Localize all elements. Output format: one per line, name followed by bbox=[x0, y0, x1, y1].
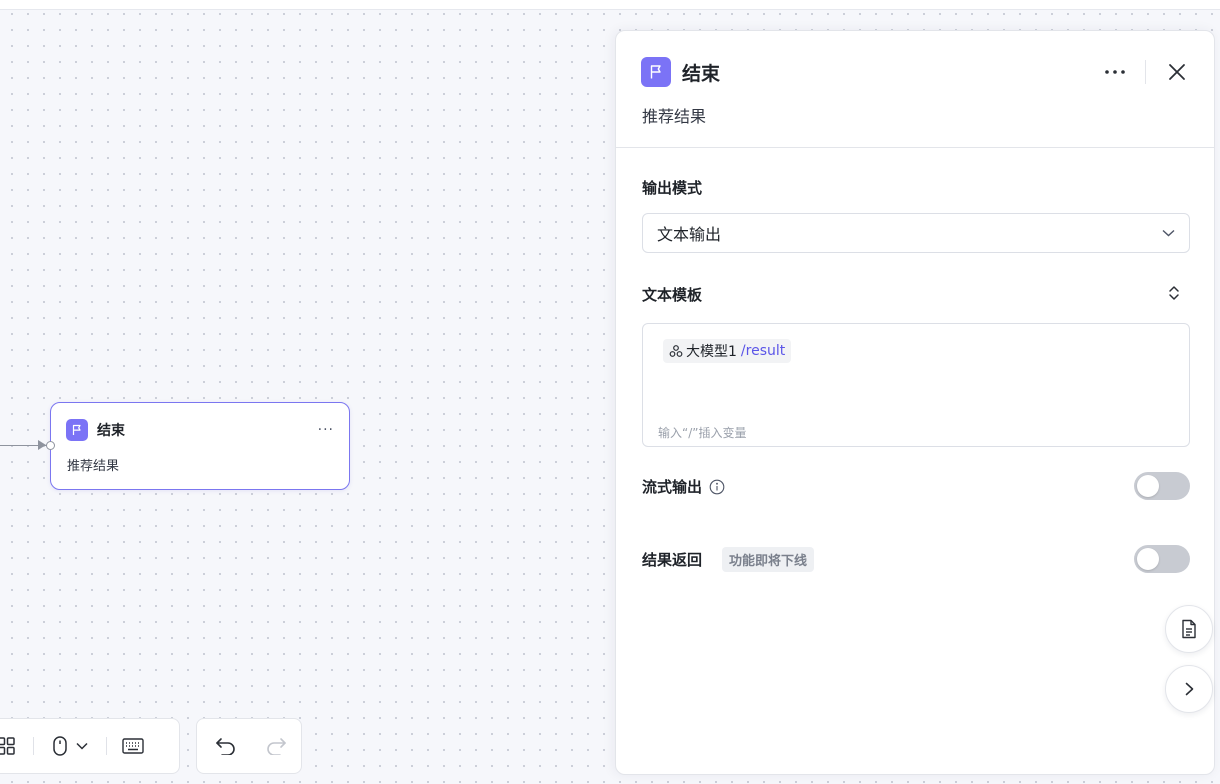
node-title: 结束 bbox=[97, 423, 125, 439]
expand-collapse-icon[interactable] bbox=[1164, 283, 1184, 303]
output-mode-select[interactable]: 文本输出 bbox=[642, 213, 1190, 253]
canvas-toolbar bbox=[0, 718, 180, 774]
panel-header: 结束 推荐结果 bbox=[616, 31, 1214, 148]
llm-node-icon bbox=[669, 344, 683, 358]
node-description: 推荐结果 bbox=[67, 459, 120, 474]
node-input-port[interactable] bbox=[46, 441, 55, 450]
mouse-icon bbox=[52, 735, 68, 757]
text-template-label: 文本模板 bbox=[642, 286, 703, 304]
chevron-down-icon bbox=[76, 742, 88, 750]
top-bar bbox=[0, 0, 1220, 10]
panel-title-row: 结束 bbox=[641, 57, 1190, 87]
chevron-down-icon bbox=[1162, 229, 1175, 237]
result-return-toggle[interactable] bbox=[1134, 545, 1190, 573]
stream-output-toggle[interactable] bbox=[1134, 472, 1190, 500]
expand-panel-button[interactable] bbox=[1165, 665, 1213, 713]
undo-icon[interactable] bbox=[213, 730, 239, 762]
header-divider bbox=[1145, 60, 1146, 84]
keyboard-icon[interactable] bbox=[119, 730, 147, 762]
flag-icon bbox=[641, 57, 671, 87]
node-more-icon[interactable]: ··· bbox=[318, 422, 334, 438]
output-mode-label: 输出模式 bbox=[642, 179, 703, 197]
flag-icon bbox=[66, 419, 88, 441]
text-template-editor[interactable]: 大模型1 /result 输入“/”插入变量 bbox=[642, 323, 1190, 447]
template-hint: 输入“/”插入变量 bbox=[658, 426, 747, 440]
toolbar-divider bbox=[33, 737, 34, 755]
layout-grid-icon[interactable] bbox=[0, 730, 21, 762]
stream-output-row: 流式输出 bbox=[642, 476, 725, 497]
document-button[interactable] bbox=[1165, 605, 1213, 653]
output-mode-value: 文本输出 bbox=[657, 225, 722, 244]
variable-chip[interactable]: 大模型1 /result bbox=[663, 339, 792, 363]
more-icon[interactable] bbox=[1102, 59, 1128, 85]
mouse-mode-button[interactable] bbox=[46, 730, 94, 762]
end-node-card[interactable]: 结束 ··· 推荐结果 bbox=[50, 402, 350, 490]
panel-description[interactable]: 推荐结果 bbox=[642, 103, 706, 127]
panel-title[interactable]: 结束 bbox=[682, 59, 720, 86]
result-return-row: 结果返回 功能即将下线 bbox=[642, 547, 815, 572]
variable-path: /result bbox=[740, 343, 786, 359]
node-config-panel: 结束 推荐结果 输出模式 文本输出 文本模板 大模型1 /result 输入“/… bbox=[615, 30, 1215, 775]
toggle-knob bbox=[1137, 475, 1159, 497]
toggle-knob bbox=[1137, 548, 1159, 570]
history-toolbar bbox=[196, 718, 302, 774]
deprecation-badge: 功能即将下线 bbox=[722, 547, 815, 572]
node-header: 结束 ··· bbox=[66, 419, 334, 441]
result-return-label: 结果返回 bbox=[642, 551, 703, 569]
edge-arrow-icon bbox=[38, 440, 46, 450]
chevron-right-icon bbox=[1185, 682, 1194, 696]
redo-icon[interactable] bbox=[263, 730, 289, 762]
document-icon bbox=[1181, 619, 1197, 639]
stream-output-label: 流式输出 bbox=[642, 478, 703, 496]
info-icon[interactable] bbox=[709, 479, 725, 495]
variable-node-name: 大模型1 bbox=[686, 344, 737, 360]
close-icon[interactable] bbox=[1164, 59, 1190, 85]
toolbar-divider bbox=[106, 737, 107, 755]
